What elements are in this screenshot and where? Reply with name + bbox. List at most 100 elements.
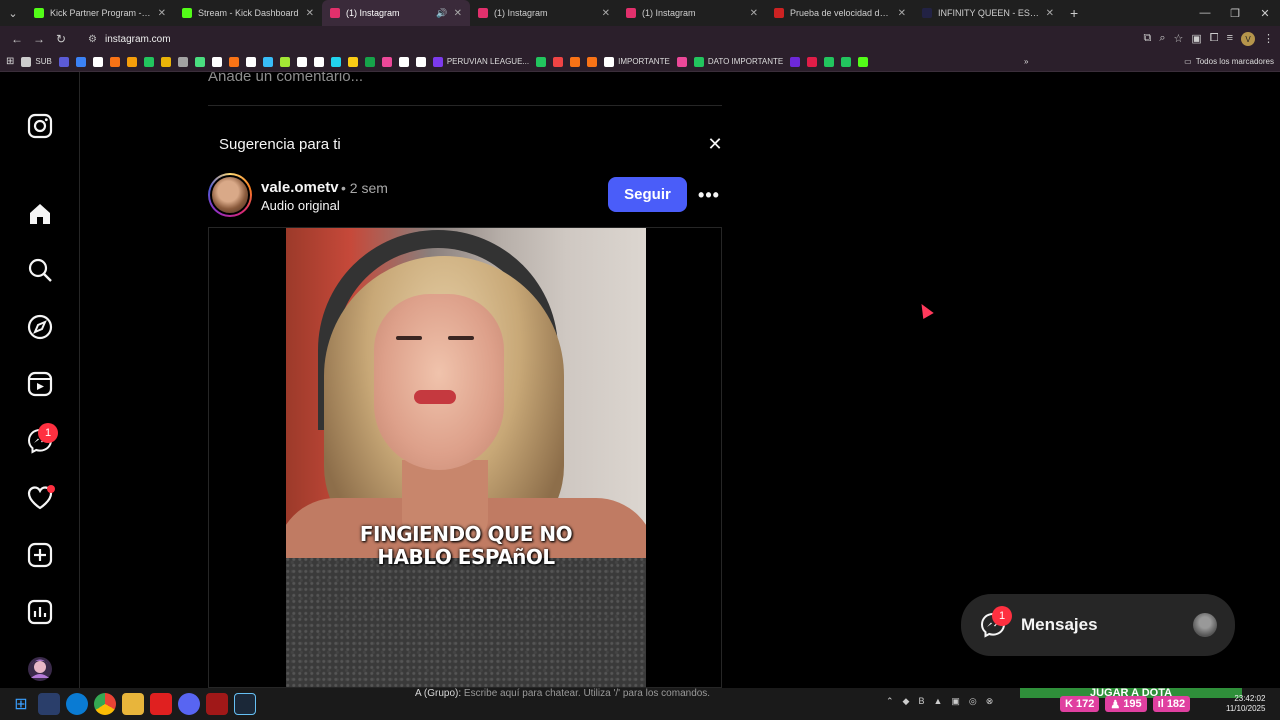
tray-app-icon[interactable]: ◆ — [903, 696, 910, 707]
bookmark-item[interactable] — [279, 56, 290, 67]
close-tab-icon[interactable]: ✕ — [1046, 8, 1054, 19]
bookmark-item[interactable] — [807, 56, 818, 67]
create-icon[interactable] — [26, 541, 54, 569]
bookmark-item[interactable] — [313, 56, 324, 67]
install-icon[interactable]: ⧉ — [1143, 32, 1151, 46]
post-author-avatar[interactable] — [208, 173, 252, 217]
bookmark-item[interactable] — [262, 56, 273, 67]
close-tab-icon[interactable]: ✕ — [454, 8, 462, 19]
reel-video[interactable]: FINGIENDO QUE NO HABLO ESPAñOL — [286, 228, 646, 687]
bookmark-item[interactable] — [296, 56, 307, 67]
file-explorer-icon[interactable] — [122, 693, 144, 715]
explore-icon[interactable] — [26, 313, 54, 341]
bookmark-item[interactable]: IMPORTANTE — [604, 56, 670, 67]
edge-icon[interactable] — [66, 693, 88, 715]
browser-tab[interactable]: (1) Instagram 🔊 ✕ — [322, 0, 470, 26]
new-tab-button[interactable]: + — [1070, 5, 1078, 21]
tab-search-icon[interactable]: ≡ — [1227, 32, 1233, 46]
close-icon[interactable]: ✕ — [706, 135, 724, 153]
forward-icon[interactable]: → — [28, 32, 50, 46]
bookmark-item[interactable] — [126, 56, 137, 67]
close-tab-icon[interactable]: ✕ — [602, 8, 610, 19]
bookmark-item[interactable] — [347, 56, 358, 67]
discord-icon[interactable] — [178, 693, 200, 715]
bookmark-item[interactable] — [75, 56, 86, 67]
post-username[interactable]: vale.ometv — [261, 179, 339, 196]
bookmark-item[interactable] — [570, 56, 581, 67]
tray-chevron-icon[interactable]: ⌃ — [886, 696, 894, 707]
bookmark-star-icon[interactable]: ☆ — [1173, 32, 1183, 46]
app-icon[interactable] — [38, 693, 60, 715]
bookmarks-overflow-icon[interactable]: » — [1024, 57, 1028, 66]
bookmark-item[interactable]: DATO IMPORTANTE — [693, 56, 783, 67]
close-window-button[interactable]: ✕ — [1250, 7, 1280, 20]
bookmark-item[interactable] — [364, 56, 375, 67]
bookmark-item[interactable] — [58, 56, 69, 67]
chrome-icon[interactable] — [94, 693, 116, 715]
back-icon[interactable]: ← — [6, 32, 28, 46]
bookmark-item[interactable] — [211, 56, 222, 67]
browser-tab[interactable]: Prueba de velocidad de Interne ✕ — [766, 0, 914, 26]
follow-button[interactable]: Seguir — [608, 177, 687, 212]
bookmark-item[interactable] — [381, 56, 392, 67]
windows-start-icon[interactable]: ⊞ — [10, 693, 32, 715]
bookmark-item[interactable] — [824, 56, 835, 67]
bookmark-item[interactable] — [841, 56, 852, 67]
reels-icon[interactable] — [26, 370, 54, 398]
chrome-menu-icon[interactable]: ⋮ — [1263, 32, 1274, 46]
youtube-icon[interactable] — [150, 693, 172, 715]
comment-input[interactable]: Añade un comentario... — [208, 72, 722, 106]
extensions-icon[interactable]: ▣ — [1191, 32, 1201, 46]
tab-audio-icon[interactable]: 🔊 — [436, 8, 447, 19]
site-info-icon[interactable]: ⚙ — [88, 34, 97, 45]
close-tab-icon[interactable]: ✕ — [898, 8, 906, 19]
tray-app-icon[interactable]: ▣ — [951, 696, 960, 707]
search-icon[interactable] — [26, 256, 54, 284]
dashboard-icon[interactable] — [26, 598, 54, 626]
bookmark-item[interactable]: PERUVIAN LEAGUE... — [432, 56, 529, 67]
bookmark-item[interactable] — [194, 56, 205, 67]
home-icon[interactable] — [26, 200, 54, 228]
browser-tab[interactable]: INFINITY QUEEN - ESPORTS FE ✕ — [914, 0, 1062, 26]
bookmark-item[interactable] — [398, 56, 409, 67]
bookmark-item[interactable] — [160, 56, 171, 67]
bookmark-item[interactable] — [228, 56, 239, 67]
reload-icon[interactable]: ↻ — [50, 32, 72, 46]
close-tab-icon[interactable]: ✕ — [158, 8, 166, 19]
browser-tab[interactable]: (1) Instagram ✕ — [618, 0, 766, 26]
dota-icon[interactable] — [206, 693, 228, 715]
maximize-button[interactable]: ❐ — [1220, 7, 1250, 20]
tab-search-button[interactable]: ⌄ — [0, 0, 26, 26]
close-tab-icon[interactable]: ✕ — [306, 8, 314, 19]
bookmark-item[interactable] — [177, 56, 188, 67]
zoom-icon[interactable]: ⌕ — [1159, 32, 1165, 46]
bookmark-item[interactable] — [330, 56, 341, 67]
bookmark-item[interactable] — [858, 56, 869, 67]
post-audio-link[interactable]: Audio original — [261, 198, 340, 213]
bookmark-item[interactable] — [143, 56, 154, 67]
close-tab-icon[interactable]: ✕ — [750, 8, 758, 19]
bookmark-item[interactable]: SUB — [21, 56, 52, 67]
system-clock[interactable]: 23:42:02 11/10/2025 — [1226, 694, 1265, 714]
bookmark-item[interactable] — [587, 56, 598, 67]
bookmark-item[interactable] — [536, 56, 547, 67]
profile-avatar-chip[interactable]: V — [1241, 32, 1255, 46]
post-media[interactable]: FINGIENDO QUE NO HABLO ESPAñOL — [208, 227, 722, 688]
apps-grid-icon[interactable]: ⊞ — [6, 56, 14, 67]
bookmark-item[interactable] — [109, 56, 120, 67]
bookmark-item[interactable] — [676, 56, 687, 67]
puzzle-icon[interactable]: ⧠ — [1210, 32, 1219, 46]
bookmark-item[interactable] — [92, 56, 103, 67]
browser-tab[interactable]: (1) Instagram ✕ — [470, 0, 618, 26]
address-bar[interactable]: ⚙ instagram.com — [78, 29, 1118, 49]
instagram-logo-icon[interactable] — [26, 112, 54, 140]
all-bookmarks-button[interactable]: ▭ Todos los marcadores — [1184, 57, 1274, 66]
bookmark-item[interactable] — [415, 56, 426, 67]
bookmark-item[interactable] — [790, 56, 801, 67]
profile-avatar[interactable] — [26, 655, 54, 683]
tray-app-icon[interactable]: ▲ — [933, 696, 942, 707]
browser-tab[interactable]: Kick Partner Program - Kick Da ✕ — [26, 0, 174, 26]
tray-app-icon[interactable]: ◎ — [969, 696, 977, 707]
minimize-button[interactable]: — — [1190, 7, 1220, 20]
tray-app-icon[interactable]: B — [918, 696, 924, 707]
